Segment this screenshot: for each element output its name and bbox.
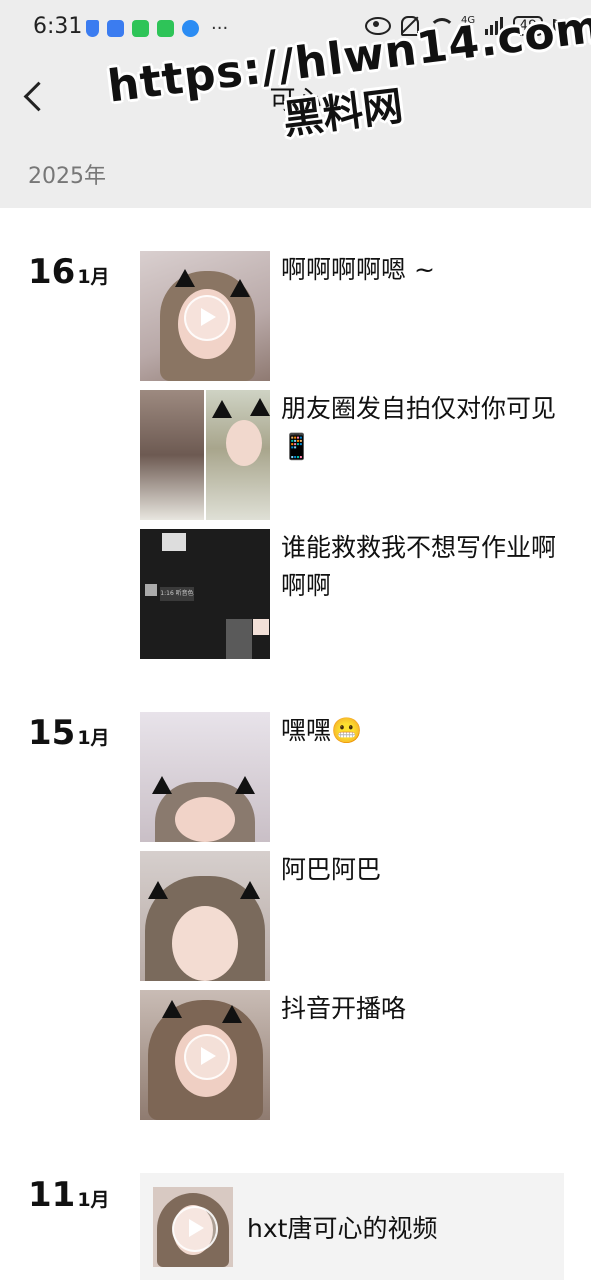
shared-video-title: hxt唐可心的视频 xyxy=(247,1214,438,1243)
date-label: 15 1月 xyxy=(28,713,110,753)
check-app-icon xyxy=(107,20,124,37)
photo-content xyxy=(172,906,238,981)
post-text[interactable]: 啊啊啊啊嗯 ~ xyxy=(281,251,566,289)
post-thumbnail[interactable] xyxy=(140,990,270,1120)
shared-video-thumbnail xyxy=(153,1187,233,1267)
play-icon xyxy=(184,295,230,341)
voice-message: 1:16 听音色 xyxy=(160,587,194,601)
status-time: 6:31 xyxy=(33,14,83,39)
cat-ear-sticker xyxy=(235,776,255,794)
photo-content xyxy=(162,533,186,551)
photo-content xyxy=(175,797,235,842)
date-label: 16 1月 xyxy=(28,252,110,292)
photo-content xyxy=(226,420,262,466)
post-thumbnail[interactable] xyxy=(140,251,270,381)
cat-ear-sticker xyxy=(250,398,270,416)
play-icon xyxy=(184,1034,230,1080)
photo-content xyxy=(140,390,204,520)
notification-icons: ··· xyxy=(86,18,228,39)
chat-bubble-icon xyxy=(182,20,199,37)
play-icon xyxy=(172,1206,218,1252)
cat-ear-sticker xyxy=(240,881,260,899)
photo-content xyxy=(226,619,252,659)
post-thumbnail[interactable] xyxy=(140,851,270,981)
cat-ear-sticker xyxy=(175,269,195,287)
post-text[interactable]: 谁能救救我不想写作业啊啊啊 xyxy=(281,529,566,605)
post-text[interactable]: 抖音开播咯 xyxy=(281,990,566,1028)
photo-content xyxy=(253,619,269,635)
post-text[interactable]: 阿巴阿巴 xyxy=(281,851,566,889)
iqiyi-lite-icon xyxy=(157,20,174,37)
avatar xyxy=(145,584,157,596)
post-text[interactable]: 嘿嘿😬 xyxy=(281,712,566,750)
post-thumbnail[interactable] xyxy=(140,390,270,520)
post-thumbnail[interactable] xyxy=(140,712,270,842)
post-thumbnail[interactable]: 1:16 听音色 xyxy=(140,529,270,659)
cat-ear-sticker xyxy=(212,400,232,418)
cat-ear-sticker xyxy=(148,881,168,899)
shared-video-card[interactable]: hxt唐可心的视频 xyxy=(140,1173,564,1280)
shield-icon xyxy=(86,20,99,37)
cat-ear-sticker xyxy=(222,1005,242,1023)
cat-ear-sticker xyxy=(162,1000,182,1018)
post-text[interactable]: 朋友圈发自拍仅对你可见📱 xyxy=(281,390,566,466)
iqiyi-icon xyxy=(132,20,149,37)
date-label: 11 1月 xyxy=(28,1175,110,1215)
year-label: 2025年 xyxy=(28,164,106,189)
more-notifications-icon: ··· xyxy=(211,18,229,39)
cat-ear-sticker xyxy=(152,776,172,794)
cat-ear-sticker xyxy=(230,279,250,297)
